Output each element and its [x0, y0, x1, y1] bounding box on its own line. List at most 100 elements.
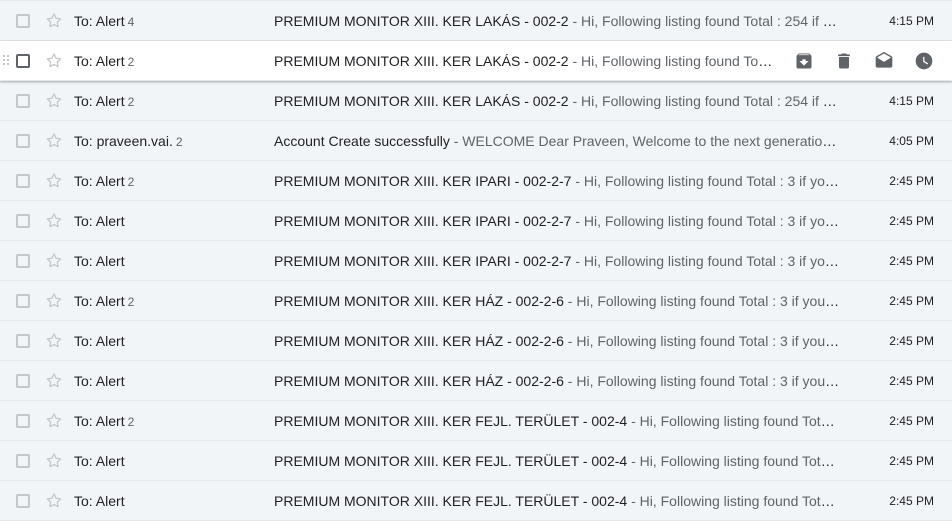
sender-name: To: praveen.vai.	[74, 133, 173, 149]
sender-name: To: Alert	[74, 213, 125, 229]
email-row[interactable]: To: Alert PREMIUM MONITOR XIII. KER IPAR…	[0, 241, 952, 281]
email-row[interactable]: To: praveen.vai. 2 Account Create success…	[0, 121, 952, 161]
sender: To: Alert 2	[74, 81, 134, 122]
email-time: 2:45 PM	[889, 374, 934, 388]
email-row[interactable]: To: Alert 2 PREMIUM MONITOR XIII. KER FEJ…	[0, 401, 952, 441]
mark-as-read-button[interactable]	[864, 41, 904, 81]
select-checkbox[interactable]	[16, 454, 30, 468]
thread-count: 2	[175, 135, 183, 149]
star-icon[interactable]	[44, 131, 64, 151]
select-checkbox[interactable]	[16, 214, 30, 228]
select-checkbox[interactable]	[16, 294, 30, 308]
star-icon[interactable]	[44, 251, 64, 271]
email-snippet: - Hi, Following listing found Total : 3 …	[567, 333, 840, 349]
email-preview: PREMIUM MONITOR XIII. KER HÁZ - 002-2-6 …	[274, 361, 840, 401]
star-icon[interactable]	[44, 371, 64, 391]
sender: To: Alert	[74, 241, 128, 282]
email-snippet: - Hi, Following listing found Total : 3 …	[567, 373, 840, 389]
delete-button[interactable]	[824, 41, 864, 81]
thread-count: 2	[127, 55, 135, 69]
sender-name: To: Alert	[74, 173, 125, 189]
sender-name: To: Alert	[74, 53, 125, 69]
star-icon[interactable]	[44, 411, 64, 431]
select-checkbox[interactable]	[16, 494, 30, 508]
snooze-clock-icon	[915, 52, 933, 70]
email-subject: PREMIUM MONITOR XIII. KER LAKÁS - 002-2	[274, 13, 569, 29]
sender: To: Alert	[74, 321, 128, 362]
sender: To: Alert 2	[74, 281, 134, 322]
email-preview: PREMIUM MONITOR XIII. KER HÁZ - 002-2-6 …	[274, 281, 840, 321]
star-icon[interactable]	[44, 491, 64, 511]
select-checkbox[interactable]	[16, 414, 30, 428]
star-icon[interactable]	[44, 171, 64, 191]
email-row[interactable]: To: Alert PREMIUM MONITOR XIII. KER HÁZ …	[0, 321, 952, 361]
sender: To: Alert	[74, 441, 128, 482]
sender: To: Alert	[74, 481, 128, 522]
star-icon[interactable]	[44, 331, 64, 351]
email-time: 4:05 PM	[889, 134, 934, 148]
email-row[interactable]: To: Alert PREMIUM MONITOR XIII. KER HÁZ …	[0, 361, 952, 401]
sender: To: praveen.vai. 2	[74, 121, 183, 162]
star-icon[interactable]	[44, 451, 64, 471]
star-icon[interactable]	[44, 211, 64, 231]
sender-name: To: Alert	[74, 453, 125, 469]
archive-button[interactable]	[784, 41, 824, 81]
sender-name: To: Alert	[74, 253, 125, 269]
sender-name: To: Alert	[74, 93, 125, 109]
sender-name: To: Alert	[74, 333, 125, 349]
drag-handle-icon[interactable]	[3, 54, 11, 68]
thread-count: 2	[127, 415, 135, 429]
sender-name: To: Alert	[74, 293, 125, 309]
email-snippet: - Hi, Following listing found Total : 3 …	[631, 413, 840, 429]
star-icon[interactable]	[44, 11, 64, 31]
email-time: 2:45 PM	[889, 334, 934, 348]
select-checkbox[interactable]	[16, 174, 30, 188]
email-snippet: - Hi, Following listing found Total : 3 …	[575, 253, 840, 269]
email-preview: PREMIUM MONITOR XIII. KER IPARI - 002-2-…	[274, 161, 840, 201]
star-icon[interactable]	[44, 91, 64, 111]
email-snippet: - Hi, Following listing found Total : 3 …	[631, 453, 840, 469]
select-checkbox[interactable]	[16, 134, 30, 148]
sender-name: To: Alert	[74, 413, 125, 429]
email-row[interactable]: To: Alert 2 PREMIUM MONITOR XIII. KER LAK…	[0, 41, 952, 81]
select-checkbox[interactable]	[16, 254, 30, 268]
email-subject: PREMIUM MONITOR XIII. KER HÁZ - 002-2-6	[274, 373, 564, 389]
email-time: 2:45 PM	[889, 454, 934, 468]
email-snippet: - Hi, Following listing found Total : 3 …	[575, 213, 840, 229]
email-preview: PREMIUM MONITOR XIII. KER FEJL. TERÜLET …	[274, 481, 840, 521]
email-snippet: - Hi, Following listing found Total : 3 …	[575, 173, 840, 189]
email-preview: Account Create successfully - WELCOME De…	[274, 121, 840, 161]
select-checkbox[interactable]	[16, 94, 30, 108]
sender-name: To: Alert	[74, 493, 125, 509]
email-row[interactable]: To: Alert PREMIUM MONITOR XIII. KER FEJL…	[0, 481, 952, 521]
email-snippet: - Hi, Following listing found Total : 25…	[572, 53, 774, 69]
email-subject: PREMIUM MONITOR XIII. KER FEJL. TERÜLET …	[274, 453, 628, 469]
email-subject: PREMIUM MONITOR XIII. KER HÁZ - 002-2-6	[274, 293, 564, 309]
email-row[interactable]: To: Alert PREMIUM MONITOR XIII. KER IPAR…	[0, 201, 952, 241]
email-preview: PREMIUM MONITOR XIII. KER LAKÁS - 002-2 …	[274, 41, 774, 81]
email-row[interactable]: To: Alert 2 PREMIUM MONITOR XIII. KER HÁZ…	[0, 281, 952, 321]
email-row[interactable]: To: Alert PREMIUM MONITOR XIII. KER FEJL…	[0, 441, 952, 481]
mark-as-read-icon	[875, 51, 893, 68]
email-time: 2:45 PM	[889, 254, 934, 268]
email-row[interactable]: To: Alert 2 PREMIUM MONITOR XIII. KER LAK…	[0, 81, 952, 121]
email-subject: PREMIUM MONITOR XIII. KER HÁZ - 002-2-6	[274, 333, 564, 349]
select-checkbox[interactable]	[16, 54, 30, 68]
email-row[interactable]: To: Alert 2 PREMIUM MONITOR XIII. KER IPA…	[0, 161, 952, 201]
sender: To: Alert 2	[74, 401, 134, 442]
snooze-button[interactable]	[904, 41, 944, 81]
email-subject: Account Create successfully	[274, 133, 450, 149]
star-icon[interactable]	[44, 291, 64, 311]
select-checkbox[interactable]	[16, 14, 30, 28]
select-checkbox[interactable]	[16, 334, 30, 348]
email-subject: PREMIUM MONITOR XIII. KER IPARI - 002-2-…	[274, 213, 572, 229]
email-preview: PREMIUM MONITOR XIII. KER LAKÁS - 002-2 …	[274, 1, 840, 41]
email-subject: PREMIUM MONITOR XIII. KER FEJL. TERÜLET …	[274, 413, 628, 429]
email-preview: PREMIUM MONITOR XIII. KER FEJL. TERÜLET …	[274, 401, 840, 441]
email-time: 2:45 PM	[889, 214, 934, 228]
select-checkbox[interactable]	[16, 374, 30, 388]
email-row[interactable]: To: Alert 4 PREMIUM MONITOR XIII. KER LAK…	[0, 1, 952, 41]
star-icon[interactable]	[44, 51, 64, 71]
sender: To: Alert	[74, 361, 128, 402]
sender-name: To: Alert	[74, 13, 125, 29]
